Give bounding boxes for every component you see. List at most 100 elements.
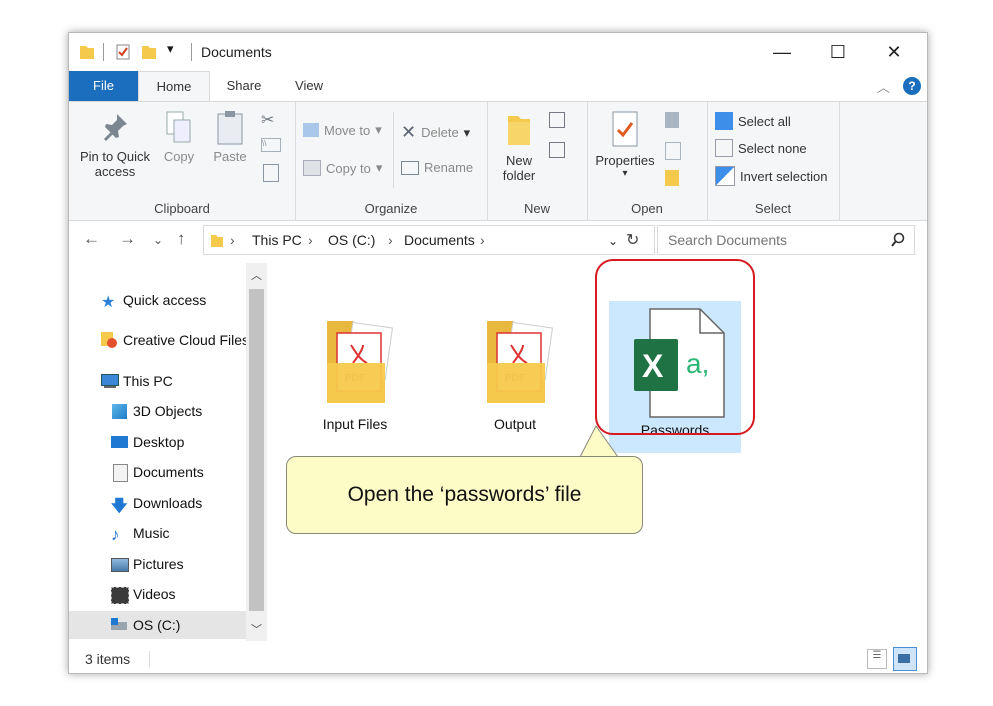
organize-group: Move to ▾ Copy to ▾ ✕ Delete ▾ Rename Organ…	[295, 102, 488, 220]
new-group: New folder New	[487, 102, 588, 220]
download-icon: 🡇	[111, 498, 128, 515]
customize-quick-access-icon[interactable]: ▾	[167, 41, 174, 57]
collapse-ribbon-icon[interactable]: ︿	[877, 77, 890, 96]
address-box[interactable]: › This PC › OS (C:) › Documents › ⌄ ↻	[203, 225, 655, 255]
item-count: 3 items	[85, 651, 131, 667]
nav-item-downloads[interactable]: 🡇 Downloads	[111, 489, 267, 517]
forward-arrow-icon[interactable]: →	[119, 229, 136, 249]
maximize-button[interactable]: ☐	[815, 33, 861, 71]
delete-button[interactable]: ✕ Delete ▾	[401, 122, 470, 143]
nav-item-os-c[interactable]: OS (C:)	[69, 611, 246, 639]
cut-icon[interactable]: ✂	[261, 110, 274, 130]
new-item-icon[interactable]	[549, 112, 565, 128]
tab-share[interactable]: Share	[219, 71, 269, 101]
scroll-down-icon[interactable]: ﹀	[251, 621, 262, 637]
callout-text: Open the ‘passwords’ file	[347, 483, 582, 506]
nav-item-music[interactable]: ♪ Music	[111, 519, 267, 547]
rename-button[interactable]: Rename	[401, 160, 473, 175]
nav-item-label: Music	[133, 525, 170, 541]
help-icon[interactable]: ?	[903, 77, 921, 95]
copy-to-button[interactable]: Copy to ▾	[303, 160, 382, 176]
details-view-icon[interactable]: ☰	[867, 649, 887, 669]
new-folder-button[interactable]: New folder	[499, 110, 539, 183]
rename-label: Rename	[424, 160, 474, 175]
navigation-pane: ★ Quick access Creative Cloud Files This…	[69, 263, 267, 641]
tab-file[interactable]: File	[69, 71, 138, 101]
open-group: Properties ▾ Open	[587, 102, 708, 220]
nav-item-documents[interactable]: Documents	[111, 458, 267, 486]
large-icons-view-icon[interactable]	[893, 647, 917, 671]
folder-icon	[211, 235, 223, 247]
nav-item-label: Downloads	[133, 495, 203, 511]
open-icon[interactable]	[665, 112, 679, 128]
desktop-icon	[111, 434, 129, 450]
tab-home[interactable]: Home	[138, 71, 210, 103]
instruction-callout: Open the ‘passwords’ file	[286, 456, 643, 534]
tab-view[interactable]: View	[284, 71, 334, 101]
scrollbar-thumb[interactable]	[249, 289, 264, 611]
nav-item-desktop[interactable]: Desktop	[111, 428, 267, 456]
breadcrumb-os-c[interactable]: OS (C:)	[328, 232, 375, 248]
nav-item-label: Quick access	[123, 292, 207, 308]
easy-access-icon[interactable]	[549, 142, 565, 158]
invert-selection-button[interactable]: Invert selection	[715, 166, 827, 186]
ribbon-tabs: File Home Share View ︿ ?	[69, 71, 927, 103]
nav-scrollbar[interactable]: ︿ ﹀	[246, 263, 267, 641]
nav-item-3d-objects[interactable]: 3D Objects	[111, 397, 267, 425]
scroll-up-icon[interactable]: ︿	[251, 267, 262, 283]
rename-icon	[401, 160, 419, 175]
status-bar: 3 items ☰	[69, 645, 927, 673]
copy-to-icon	[303, 160, 321, 176]
invert-selection-label: Invert selection	[740, 168, 828, 184]
pin-to-quick-access-button[interactable]: Pin to Quick access	[73, 110, 157, 179]
organize-group-label: Organize	[364, 201, 418, 216]
star-icon: ★	[101, 294, 116, 311]
invert-selection-icon	[715, 166, 735, 186]
move-to-label: Move to	[324, 122, 371, 138]
file-item-output[interactable]: PDF Output	[455, 303, 575, 453]
breadcrumb-this-pc[interactable]: This PC	[252, 232, 302, 248]
pin-label-line1: Pin to Quick	[79, 149, 151, 164]
title-bar: ▾ Documents — ☐ ✕	[69, 33, 927, 71]
copy-to-label: Copy to	[326, 160, 371, 176]
history-icon[interactable]	[665, 170, 679, 186]
file-item-input-files[interactable]: PDF Input Files	[295, 303, 415, 453]
new-folder-label-line1: New	[505, 153, 532, 168]
edit-icon[interactable]	[665, 142, 681, 160]
recent-locations-icon[interactable]: ⌄	[153, 233, 163, 247]
new-folder-quick-icon[interactable]	[141, 43, 157, 61]
breadcrumb-documents[interactable]: Documents	[404, 232, 475, 248]
window-title: Documents	[201, 44, 272, 60]
select-all-button[interactable]: Select all	[715, 112, 791, 130]
paste-button[interactable]: Paste	[207, 110, 253, 164]
nav-item-label: Videos	[133, 586, 176, 602]
move-to-button[interactable]: Move to ▾	[303, 122, 382, 138]
close-button[interactable]: ✕	[871, 33, 917, 71]
refresh-icon[interactable]: ↻	[626, 230, 639, 250]
nav-item-label: This PC	[123, 373, 173, 389]
search-input[interactable]	[666, 231, 880, 249]
nav-item-quick-access[interactable]: ★ Quick access	[101, 286, 267, 314]
select-none-button[interactable]: Select none	[715, 139, 807, 157]
back-arrow-icon[interactable]: ←	[83, 229, 100, 249]
address-dropdown-icon[interactable]: ⌄	[608, 234, 618, 248]
search-icon[interactable]	[890, 232, 906, 248]
properties-button[interactable]: Properties ▾	[593, 110, 657, 179]
search-box[interactable]	[657, 225, 915, 255]
nav-item-label: Desktop	[133, 434, 185, 450]
properties-quick-icon[interactable]	[115, 43, 131, 61]
nav-item-this-pc[interactable]: This PC	[101, 367, 267, 395]
nav-item-pictures[interactable]: Pictures	[111, 550, 267, 578]
up-arrow-icon[interactable]: ↑	[177, 229, 186, 249]
select-none-icon	[715, 139, 733, 157]
select-all-icon	[715, 112, 733, 130]
nav-item-creative-cloud[interactable]: Creative Cloud Files	[101, 326, 267, 354]
nav-item-label: OS (C:)	[133, 617, 181, 633]
minimize-button[interactable]: —	[759, 33, 805, 71]
copy-path-icon[interactable]: \\	[261, 138, 281, 152]
paste-shortcut-icon[interactable]	[263, 164, 279, 182]
cube-icon	[111, 403, 129, 419]
pdf-folder-icon: PDF	[487, 321, 553, 403]
nav-item-videos[interactable]: Videos	[111, 580, 267, 608]
copy-button[interactable]: Copy	[157, 110, 201, 164]
